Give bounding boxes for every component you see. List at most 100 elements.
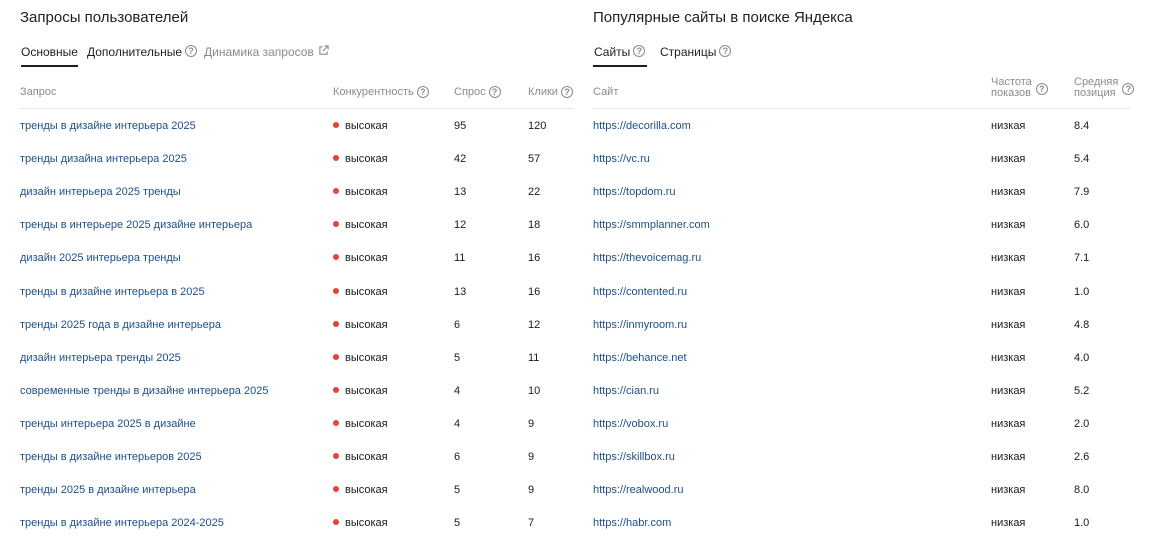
table-row: https://vc.ru низкая 5.4 — [593, 142, 1131, 175]
competition-label: высокая — [345, 384, 388, 397]
clicks-value: 12 — [528, 318, 541, 331]
demand-value: 5 — [454, 484, 461, 497]
query-link[interactable]: дизайн интерьера 2025 тренды — [20, 186, 181, 198]
tab-query-dynamics[interactable]: Динамика запросов — [204, 44, 329, 67]
frequency-value: низкая — [991, 451, 1026, 463]
col-demand[interactable]: Спрос ? — [454, 85, 501, 98]
tab-main-label: Основные — [21, 45, 78, 59]
frequency-value: низкая — [991, 186, 1026, 199]
col-frequency-label: Частота показов — [991, 77, 1032, 99]
table-row: https://inmyroom.ru низкая 4.8 — [593, 308, 1131, 341]
col-competition[interactable]: Конкурентность ? — [333, 85, 429, 98]
site-link[interactable]: https://decorilla.com — [593, 120, 691, 132]
competition-dot-icon — [333, 453, 339, 459]
query-link[interactable]: тренды в дизайне интерьера 2025 — [20, 120, 196, 132]
query-link[interactable]: тренды интерьера 2025 в дизайне — [20, 418, 196, 430]
site-link[interactable]: https://smmplanner.com — [593, 219, 710, 231]
table-row: https://behance.net низкая 4.0 — [593, 341, 1131, 374]
competition-value: высокая — [333, 319, 388, 331]
position-value: 8.0 — [1074, 484, 1090, 497]
competition-value: высокая — [333, 352, 388, 364]
demand-value: 5 — [454, 517, 461, 530]
clicks-value: 9 — [528, 484, 535, 497]
site-link[interactable]: https://cian.ru — [593, 385, 659, 397]
position-value: 4.8 — [1074, 318, 1090, 331]
table-row: дизайн 2025 интерьера тренды высокая 11 16 — [20, 241, 574, 274]
frequency-value: низкая — [991, 351, 1026, 364]
competition-label: высокая — [345, 219, 388, 232]
demand-value: 4 — [454, 417, 461, 430]
query-link[interactable]: тренды в дизайне интерьера 2024-2025 — [20, 517, 224, 529]
tab-main[interactable]: Основные — [21, 44, 78, 67]
position-value: 1.0 — [1074, 517, 1090, 530]
query-link[interactable]: тренды в дизайне интерьеров 2025 — [20, 451, 202, 463]
help-icon[interactable]: ? — [488, 86, 501, 98]
competition-label: высокая — [345, 417, 388, 430]
position-value: 4.0 — [1074, 351, 1090, 364]
query-link[interactable]: тренды дизайна интерьера 2025 — [20, 153, 187, 165]
site-link[interactable]: https://behance.net — [593, 352, 687, 364]
frequency-value: низкая — [991, 417, 1026, 430]
frequency-value: низкая — [991, 484, 1026, 497]
competition-label: высокая — [345, 451, 388, 463]
help-icon[interactable]: ? — [1035, 82, 1048, 95]
site-link[interactable]: https://contented.ru — [593, 286, 687, 298]
tab-additional[interactable]: Дополнительные ? — [87, 44, 197, 67]
frequency-value: низкая — [991, 120, 1026, 132]
site-link[interactable]: https://skillbox.ru — [593, 451, 675, 463]
competition-label: высокая — [345, 120, 388, 132]
position-value: 2.0 — [1074, 417, 1090, 430]
table-row: https://vobox.ru низкая 2.0 — [593, 407, 1131, 440]
query-link[interactable]: дизайн интерьера тренды 2025 — [20, 352, 181, 364]
col-clicks[interactable]: Клики ? — [528, 85, 573, 98]
position-value: 6.0 — [1074, 219, 1090, 232]
table-row: тренды в дизайне интерьера 2024-2025 высо… — [20, 506, 574, 536]
tab-query-dynamics-label: Динамика запросов — [204, 45, 314, 59]
col-frequency[interactable]: Частота показов ? — [991, 77, 1048, 99]
query-link[interactable]: современные тренды в дизайне интерьера 2… — [20, 385, 268, 397]
tab-sites[interactable]: Сайты ? — [593, 44, 648, 67]
col-avg-position[interactable]: Средняя позиция ? — [1074, 77, 1135, 99]
competition-value: высокая — [333, 219, 388, 231]
site-link[interactable]: https://vobox.ru — [593, 418, 668, 430]
site-link[interactable]: https://realwood.ru — [593, 484, 684, 496]
site-link[interactable]: https://thevoicemag.ru — [593, 252, 701, 264]
site-link[interactable]: https://habr.com — [593, 517, 671, 529]
site-link[interactable]: https://vc.ru — [593, 153, 650, 165]
clicks-value: 57 — [528, 153, 541, 166]
query-link[interactable]: тренды 2025 в дизайне интерьера — [20, 484, 196, 496]
query-link[interactable]: тренды в дизайне интерьера в 2025 — [20, 286, 205, 298]
demand-value: 5 — [454, 351, 461, 364]
col-clicks-label: Клики — [528, 85, 558, 98]
query-link[interactable]: тренды в интерьере 2025 дизайне интерьер… — [20, 219, 252, 231]
clicks-value: 22 — [528, 186, 541, 199]
demand-value: 6 — [454, 451, 461, 463]
clicks-value: 16 — [528, 252, 541, 265]
competition-label: высокая — [345, 517, 388, 530]
help-icon[interactable]: ? — [560, 86, 573, 98]
table-row: современные тренды в дизайне интерьера 2… — [20, 374, 574, 407]
competition-value: высокая — [333, 120, 388, 132]
help-icon[interactable]: ? — [1122, 82, 1135, 95]
competition-dot-icon — [333, 221, 339, 228]
position-value: 1.0 — [1074, 285, 1090, 298]
help-icon[interactable]: ? — [719, 45, 732, 57]
competition-value: высокая — [333, 484, 388, 496]
site-link[interactable]: https://inmyroom.ru — [593, 319, 687, 331]
external-link-icon — [319, 45, 329, 55]
help-icon[interactable]: ? — [416, 86, 429, 98]
query-link[interactable]: тренды 2025 года в дизайне интерьера — [20, 319, 221, 331]
position-value: 5.4 — [1074, 153, 1090, 166]
help-icon[interactable]: ? — [185, 45, 197, 57]
table-row: тренды в дизайне интерьера в 2025 высокая… — [20, 275, 574, 308]
competition-dot-icon — [333, 386, 339, 393]
tab-pages[interactable]: Страницы ? — [660, 44, 732, 67]
query-link[interactable]: дизайн 2025 интерьера тренды — [20, 252, 181, 264]
table-row: https://decorilla.com низкая 8.4 — [593, 109, 1131, 142]
help-icon[interactable]: ? — [633, 45, 646, 57]
competition-value: высокая — [333, 451, 388, 463]
table-row: тренды в дизайне интерьера 2025 высокая 95… — [20, 109, 574, 142]
competition-label: высокая — [345, 318, 388, 331]
site-link[interactable]: https://topdom.ru — [593, 186, 676, 198]
table-row: тренды 2025 года в дизайне интерьера высо… — [20, 308, 574, 341]
